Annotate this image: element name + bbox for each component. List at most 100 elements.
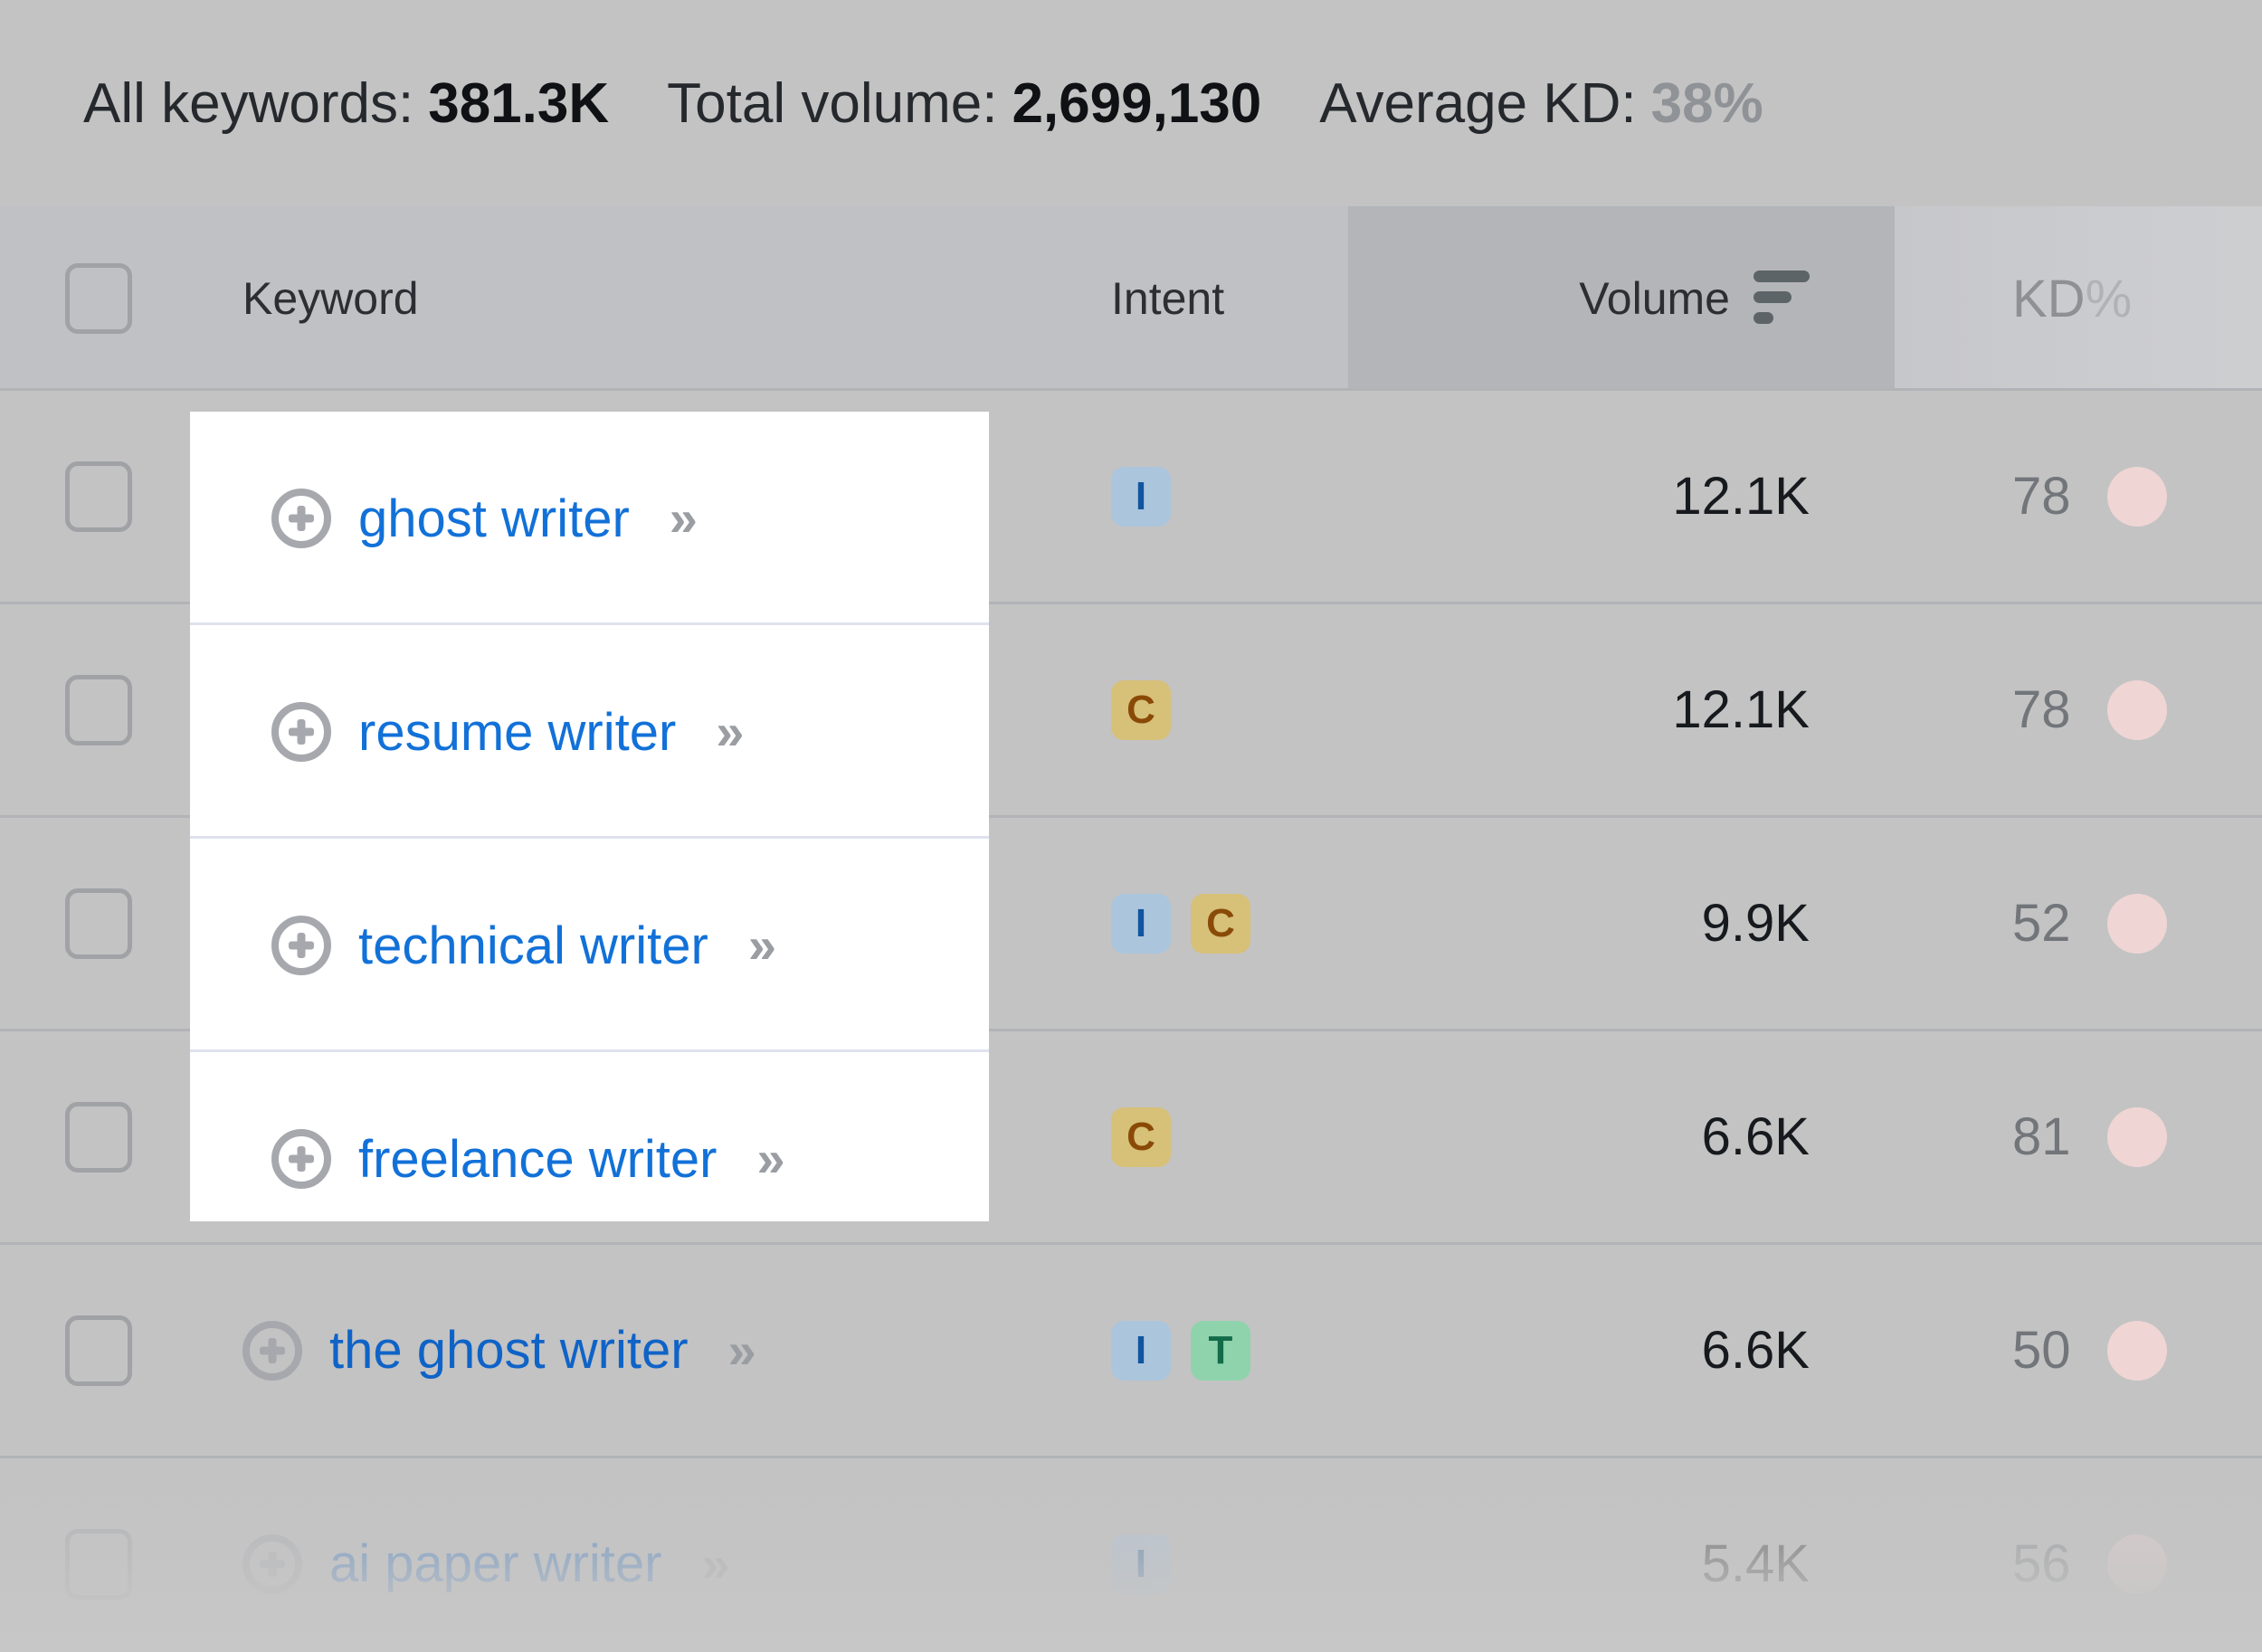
chevron-double-right-icon[interactable]: »	[748, 920, 776, 971]
row-checkbox[interactable]	[65, 1315, 132, 1386]
chevron-double-right-icon[interactable]: »	[670, 493, 698, 544]
add-keyword-icon[interactable]	[271, 702, 331, 762]
kd-value: 78	[2012, 467, 2071, 526]
kd-difficulty-dot	[2106, 1320, 2167, 1381]
row-select-cell	[0, 674, 197, 745]
row-keyword-cell: the ghost writer »	[197, 1320, 1111, 1381]
row-intent-cell: IC	[1111, 893, 1348, 954]
row-volume-cell: 6.6K	[1348, 1320, 1895, 1381]
intent-badge-C[interactable]: C	[1191, 893, 1250, 954]
row-checkbox[interactable]	[65, 888, 132, 959]
add-keyword-icon[interactable]	[242, 1320, 302, 1381]
chevron-double-right-icon[interactable]: »	[701, 1538, 729, 1590]
header-intent-cell[interactable]: Intent	[1111, 272, 1348, 325]
intent-badge-I[interactable]: I	[1111, 1533, 1171, 1594]
row-intent-cell: I	[1111, 1533, 1348, 1594]
add-keyword-icon[interactable]	[271, 916, 331, 975]
chevron-double-right-icon[interactable]: »	[716, 707, 744, 757]
kd-value: 78	[2012, 680, 2071, 739]
row-select-cell	[0, 460, 197, 532]
row-kd-cell: 78	[1895, 679, 2262, 740]
kd-difficulty-dot	[2106, 1533, 2167, 1594]
row-select-cell	[0, 1528, 197, 1600]
keyword-summary-bar: All keywords: 381.3K Total volume: 2,699…	[0, 0, 2262, 206]
keyword-link[interactable]: the ghost writer	[329, 1320, 689, 1381]
row-volume-cell: 9.9K	[1348, 893, 1895, 954]
row-kd-cell: 52	[1895, 893, 2262, 954]
header-kd-label: KD%	[2012, 269, 2132, 329]
volume-value: 12.1K	[1672, 467, 1810, 526]
kd-difficulty-dot	[2106, 893, 2167, 954]
add-keyword-icon[interactable]	[271, 489, 331, 548]
spotlight-keyword-row[interactable]: ghost writer »	[190, 412, 989, 625]
row-volume-cell: 6.6K	[1348, 1106, 1895, 1167]
chevron-double-right-icon[interactable]: »	[756, 1134, 784, 1184]
row-volume-cell: 12.1K	[1348, 679, 1895, 740]
row-volume-cell: 12.1K	[1348, 466, 1895, 527]
table-row[interactable]: the ghost writer » IT 6.6K 50	[0, 1245, 2262, 1458]
row-volume-cell: 5.4K	[1348, 1533, 1895, 1594]
kd-difficulty-dot	[2106, 466, 2167, 527]
intent-badge-I[interactable]: I	[1111, 466, 1171, 527]
intent-badge-C[interactable]: C	[1111, 679, 1171, 740]
volume-value: 12.1K	[1672, 680, 1810, 739]
kd-difficulty-dot	[2106, 1106, 2167, 1167]
table-row[interactable]: ai paper writer » I 5.4K 56	[0, 1458, 2262, 1652]
volume-value: 5.4K	[1701, 1534, 1810, 1593]
summary-total-volume-label: Total volume:	[667, 71, 998, 135]
summary-all-keywords-value: 381.3K	[428, 71, 610, 135]
row-intent-cell: IT	[1111, 1320, 1348, 1381]
row-select-cell	[0, 888, 197, 959]
row-intent-cell: C	[1111, 679, 1348, 740]
summary-average-kd-value: 38%	[1650, 71, 1763, 135]
kd-value: 52	[2012, 894, 2071, 953]
header-select-all-cell	[0, 263, 197, 334]
row-checkbox[interactable]	[65, 1101, 132, 1173]
select-all-checkbox[interactable]	[65, 263, 132, 334]
spotlight-row-divider	[190, 1049, 989, 1052]
volume-value: 6.6K	[1701, 1321, 1810, 1380]
summary-average-kd: Average KD: 38%	[1319, 71, 1763, 136]
spotlight-keyword-row[interactable]: technical writer »	[190, 839, 989, 1052]
keyword-link[interactable]: freelance writer	[358, 1129, 717, 1190]
keyword-link[interactable]: technical writer	[358, 916, 708, 976]
sort-descending-icon[interactable]	[1754, 270, 1810, 324]
add-keyword-icon[interactable]	[271, 1129, 331, 1189]
keyword-link[interactable]: ai paper writer	[329, 1533, 661, 1594]
row-intent-cell: C	[1111, 1106, 1348, 1167]
chevron-double-right-icon[interactable]: »	[728, 1324, 756, 1376]
intent-badge-I[interactable]: I	[1111, 1320, 1171, 1381]
add-keyword-icon[interactable]	[242, 1533, 302, 1594]
header-keyword-label: Keyword	[242, 273, 419, 324]
keyword-link[interactable]: ghost writer	[358, 489, 630, 549]
row-kd-cell: 78	[1895, 466, 2262, 527]
row-select-cell	[0, 1101, 197, 1173]
summary-all-keywords: All keywords: 381.3K	[83, 71, 609, 136]
spotlight-keyword-row[interactable]: freelance writer »	[190, 1052, 989, 1221]
intent-badge-T[interactable]: T	[1191, 1320, 1250, 1381]
row-checkbox[interactable]	[65, 460, 132, 532]
row-checkbox[interactable]	[65, 674, 132, 745]
header-volume-label: Volume	[1579, 273, 1730, 324]
intent-badge-I[interactable]: I	[1111, 893, 1171, 954]
row-checkbox[interactable]	[65, 1528, 132, 1600]
row-intent-cell: I	[1111, 466, 1348, 527]
row-kd-cell: 56	[1895, 1533, 2262, 1594]
keyword-table-screen: All keywords: 381.3K Total volume: 2,699…	[0, 0, 2262, 1652]
spotlight-keyword-row[interactable]: resume writer »	[190, 625, 989, 839]
header-keyword-cell[interactable]: Keyword	[197, 272, 1111, 325]
volume-value: 6.6K	[1701, 1107, 1810, 1166]
header-intent-label: Intent	[1111, 273, 1225, 324]
header-kd-unit: %	[2085, 269, 2133, 328]
header-volume-cell[interactable]: Volume	[1348, 270, 1895, 328]
header-kd-text: KD	[2012, 269, 2086, 328]
summary-total-volume-value: 2,699,130	[1012, 71, 1262, 135]
intent-badge-C[interactable]: C	[1111, 1106, 1171, 1167]
kd-difficulty-dot	[2106, 679, 2167, 740]
kd-value: 81	[2012, 1107, 2071, 1166]
spotlight-row-divider	[190, 622, 989, 625]
row-kd-cell: 50	[1895, 1320, 2262, 1381]
row-select-cell	[0, 1315, 197, 1386]
header-kd-cell[interactable]: KD%	[1895, 269, 2262, 329]
keyword-link[interactable]: resume writer	[358, 702, 676, 763]
